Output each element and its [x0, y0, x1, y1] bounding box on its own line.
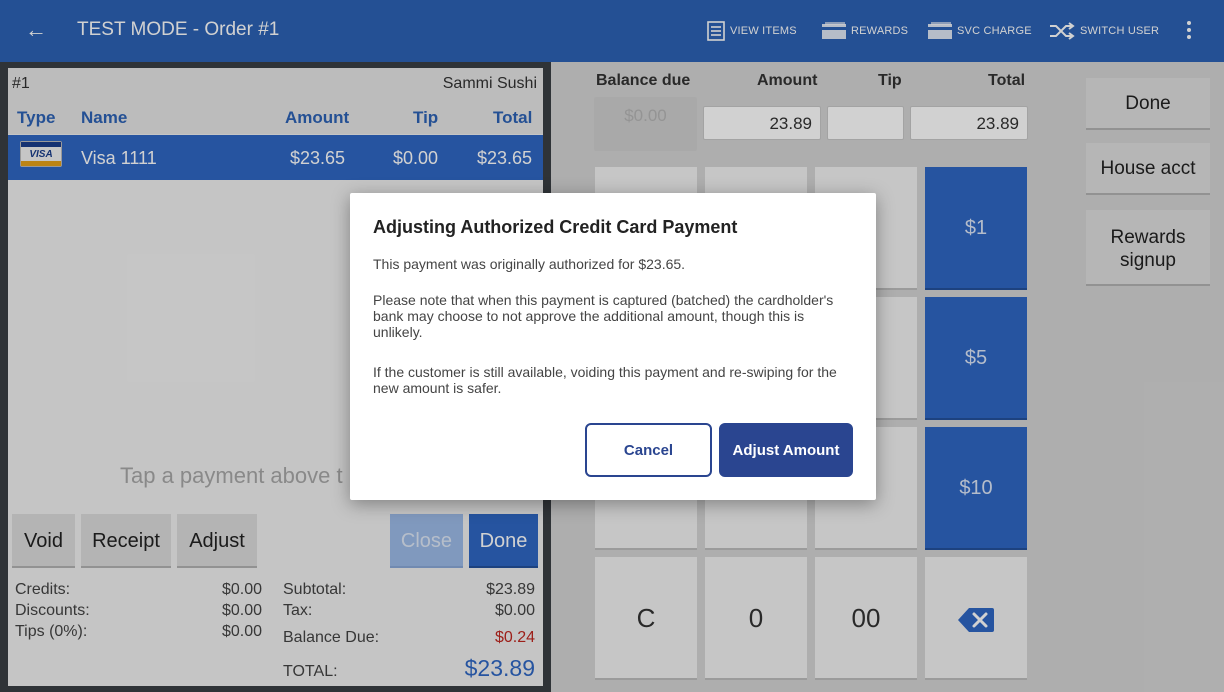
dialog-message-advice: If the customer is still available, void… — [373, 364, 837, 396]
adjust-payment-dialog: Adjusting Authorized Credit Card Payment… — [350, 193, 876, 500]
cancel-button[interactable]: Cancel — [585, 423, 712, 477]
dialog-message-authorized: This payment was originally authorized f… — [373, 256, 686, 272]
dialog-message-note: Please note that when this payment is ca… — [373, 292, 834, 340]
dialog-title: Adjusting Authorized Credit Card Payment — [373, 217, 738, 237]
adjust-amount-button[interactable]: Adjust Amount — [719, 423, 853, 477]
